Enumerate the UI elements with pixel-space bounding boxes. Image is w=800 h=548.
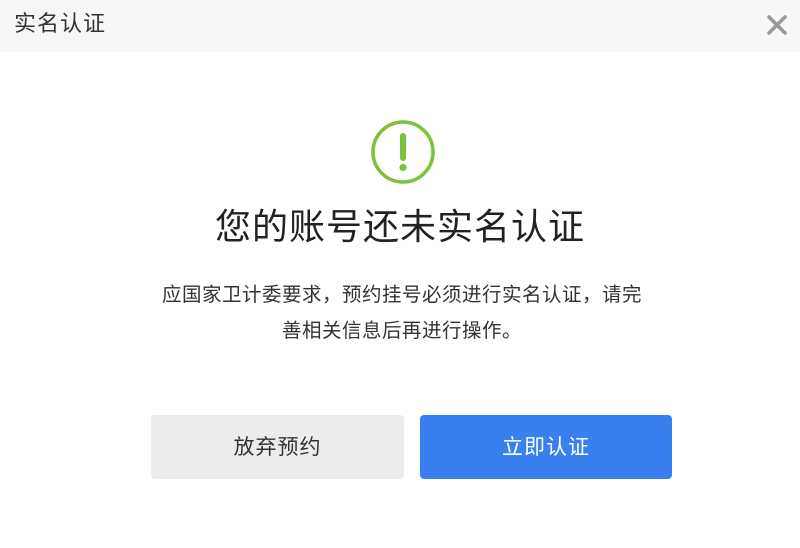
dialog-title: 实名认证: [14, 12, 107, 37]
cancel-appointment-button[interactable]: 放弃预约: [151, 415, 404, 479]
message-body: 应国家卫计委要求，预约挂号必须进行实名认证，请完 善相关信息后再进行操作。: [161, 283, 642, 342]
message-heading: 您的账号还未实名认证: [214, 207, 585, 248]
close-icon: [767, 15, 787, 35]
exclamation-circle-icon: [370, 119, 436, 185]
close-button[interactable]: [762, 10, 792, 40]
dialog-header: 实名认证: [0, 0, 800, 52]
verify-now-button[interactable]: 立即认证: [420, 415, 672, 479]
real-name-auth-dialog: 实名认证 您的账号还未实名认证 应国家卫计委要求，预约挂号必须进行实名认证，请完…: [0, 0, 800, 548]
